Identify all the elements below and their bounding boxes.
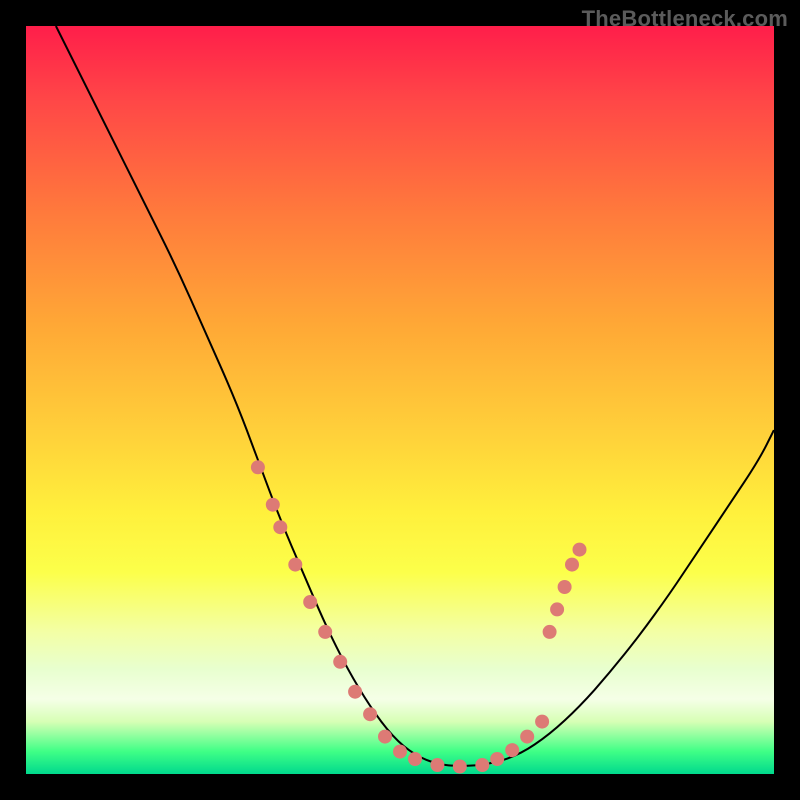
marker-dot: [303, 595, 317, 609]
marker-dot: [333, 655, 347, 669]
marker-dot: [251, 460, 265, 474]
marker-dot: [505, 743, 519, 757]
marker-dot: [430, 758, 444, 772]
marker-dot: [378, 730, 392, 744]
chart-frame: [26, 26, 774, 774]
marker-dot: [288, 558, 302, 572]
marker-dot: [453, 760, 467, 774]
marker-group: [251, 460, 587, 773]
bottleneck-curve: [56, 26, 774, 766]
marker-dot: [573, 543, 587, 557]
marker-dot: [393, 745, 407, 759]
marker-dot: [535, 715, 549, 729]
marker-dot: [475, 758, 489, 772]
marker-dot: [490, 752, 504, 766]
watermark-text: TheBottleneck.com: [582, 6, 788, 32]
marker-dot: [408, 752, 422, 766]
marker-dot: [543, 625, 557, 639]
marker-dot: [348, 685, 362, 699]
bottleneck-chart: [26, 26, 774, 774]
marker-dot: [550, 602, 564, 616]
marker-dot: [318, 625, 332, 639]
marker-dot: [565, 558, 579, 572]
marker-dot: [273, 520, 287, 534]
marker-dot: [520, 730, 534, 744]
marker-dot: [363, 707, 377, 721]
marker-dot: [266, 498, 280, 512]
marker-dot: [558, 580, 572, 594]
